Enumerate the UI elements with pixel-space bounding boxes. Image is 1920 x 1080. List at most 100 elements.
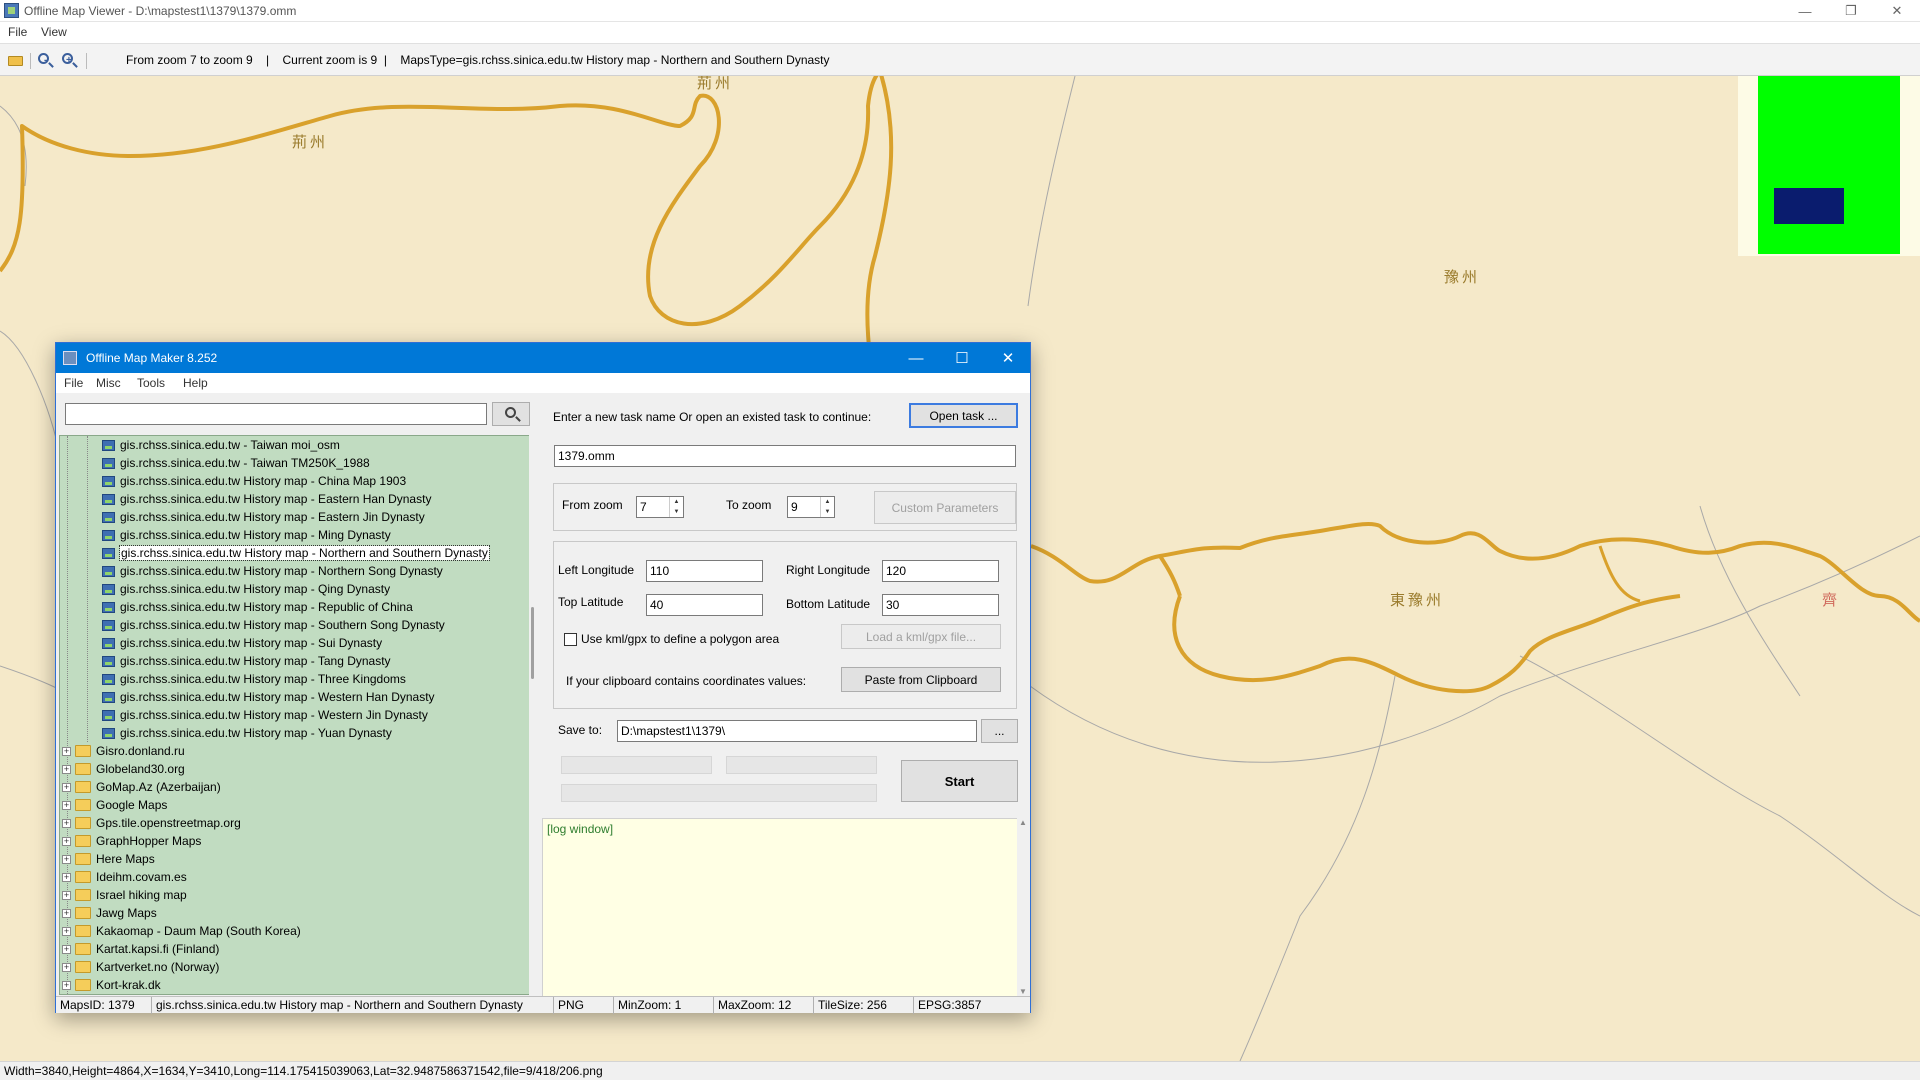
tree-folder-item[interactable]: + Gps.tile.openstreetmap.org	[62, 814, 241, 832]
left-longitude-input[interactable]: 110	[646, 560, 763, 582]
expand-icon[interactable]: +	[62, 926, 71, 936]
tree-folder-item[interactable]: + GoMap.Az (Azerbaijan)	[62, 778, 221, 796]
to-zoom-stepper[interactable]: 9 ▲ ▼	[787, 496, 835, 518]
tree-folder-item[interactable]: + Jawg Maps	[62, 904, 157, 922]
tree-map-item[interactable]: gis.rchss.sinica.edu.tw History map - So…	[102, 616, 445, 634]
custom-parameters-button[interactable]: Custom Parameters	[874, 491, 1016, 524]
tree-map-item[interactable]: gis.rchss.sinica.edu.tw - Taiwan TM250K_…	[102, 454, 370, 472]
right-longitude-input[interactable]: 120	[882, 560, 999, 582]
scrollbar-thumb[interactable]	[531, 607, 534, 679]
expand-icon[interactable]: +	[62, 944, 71, 954]
tree-map-item[interactable]: gis.rchss.sinica.edu.tw History map - Ch…	[102, 472, 406, 490]
tree-folder-item[interactable]: + Kort-krak.dk	[62, 976, 161, 994]
close-button[interactable]: ✕	[1874, 0, 1920, 22]
viewer-title: Offline Map Viewer - D:\mapstest1\1379\1…	[24, 4, 297, 18]
load-kml-button[interactable]: Load a kml/gpx file...	[841, 624, 1001, 649]
search-button[interactable]	[492, 402, 530, 426]
tree-folder-label: GraphHopper Maps	[96, 834, 202, 848]
tree-folder-item[interactable]: + Here Maps	[62, 850, 155, 868]
menu-help[interactable]: Help	[183, 376, 208, 390]
tree-folder-item[interactable]: + Kakaomap - Daum Map (South Korea)	[62, 922, 301, 940]
tree-folder-item[interactable]: + GraphHopper Maps	[62, 832, 201, 850]
dialog-menubar: File Misc Tools Help	[56, 373, 1030, 393]
save-path-input[interactable]: D:\mapstest1\1379\	[617, 720, 977, 742]
task-prompt-label: Enter a new task name Or open an existed…	[553, 410, 872, 424]
tree-folder-item[interactable]: + Gisro.donland.ru	[62, 742, 185, 760]
expand-icon[interactable]: +	[62, 782, 71, 792]
tree-map-item[interactable]: gis.rchss.sinica.edu.tw History map - Ea…	[102, 490, 431, 508]
expand-icon[interactable]: +	[62, 818, 71, 828]
expand-icon[interactable]: +	[62, 764, 71, 774]
tree-map-item[interactable]: gis.rchss.sinica.edu.tw - Taiwan moi_osm	[102, 436, 340, 454]
tree-map-item[interactable]: gis.rchss.sinica.edu.tw History map - No…	[102, 562, 443, 580]
from-zoom-stepper[interactable]: 7 ▲ ▼	[636, 496, 684, 518]
map-tile-icon	[102, 547, 115, 559]
tree-map-item[interactable]: gis.rchss.sinica.edu.tw History map - Re…	[102, 598, 413, 616]
map-tile-icon	[102, 655, 115, 667]
tree-folder-item[interactable]: + Kartat.kapsi.fi (Finland)	[62, 940, 219, 958]
menu-file[interactable]: File	[64, 376, 83, 390]
search-input[interactable]	[65, 403, 487, 425]
kml-checkbox[interactable]	[564, 633, 577, 646]
top-latitude-input[interactable]: 40	[646, 594, 763, 616]
bottom-latitude-input[interactable]: 30	[882, 594, 999, 616]
log-window[interactable]: [log window]	[542, 818, 1018, 998]
tree-map-item[interactable]: gis.rchss.sinica.edu.tw History map - Th…	[102, 670, 406, 688]
restore-button[interactable]: ❐	[1828, 0, 1874, 22]
tree-folder-label: Gisro.donland.ru	[96, 744, 185, 758]
tree-map-item[interactable]: gis.rchss.sinica.edu.tw History map - Yu…	[102, 724, 392, 742]
task-name-input[interactable]: 1379.omm	[554, 445, 1016, 467]
expand-icon[interactable]: +	[62, 908, 71, 918]
close-button[interactable]: ✕	[985, 343, 1031, 373]
menu-misc[interactable]: Misc	[96, 376, 121, 390]
tree-folder-label: Kartat.kapsi.fi (Finland)	[96, 942, 220, 956]
dialog-titlebar[interactable]: Offline Map Maker 8.252 — ☐ ✕	[56, 343, 1030, 373]
start-button[interactable]: Start	[901, 760, 1018, 802]
overview-minimap[interactable]	[1738, 76, 1920, 256]
expand-icon[interactable]: +	[62, 746, 71, 756]
zoom-in-button[interactable]: +	[60, 51, 80, 69]
stepper-arrows-icon[interactable]: ▲ ▼	[669, 497, 683, 517]
expand-icon[interactable]: +	[62, 980, 71, 990]
tree-map-item[interactable]: gis.rchss.sinica.edu.tw History map - We…	[102, 688, 435, 706]
menu-view[interactable]: View	[41, 25, 67, 39]
folder-icon	[75, 745, 91, 757]
log-scrollbar[interactable]: ▲ ▼	[1017, 818, 1029, 998]
open-folder-button[interactable]	[6, 51, 26, 69]
tree-map-item[interactable]: gis.rchss.sinica.edu.tw History map - We…	[102, 706, 428, 724]
from-zoom-value: 7	[640, 500, 647, 514]
zoom-out-button[interactable]: -	[36, 51, 56, 69]
tree-map-item[interactable]: gis.rchss.sinica.edu.tw History map - Ta…	[102, 652, 391, 670]
menu-tools[interactable]: Tools	[137, 376, 165, 390]
expand-icon[interactable]: +	[62, 800, 71, 810]
expand-icon[interactable]: +	[62, 836, 71, 846]
tree-map-item[interactable]: gis.rchss.sinica.edu.tw History map - Mi…	[102, 526, 391, 544]
tree-folder-item[interactable]: + Ideihm.covam.es	[62, 868, 187, 886]
expand-icon[interactable]: +	[62, 962, 71, 972]
tree-map-item[interactable]: gis.rchss.sinica.edu.tw History map - Su…	[102, 634, 382, 652]
paste-clipboard-button[interactable]: Paste from Clipboard	[841, 667, 1001, 692]
maximize-button[interactable]: ☐	[939, 343, 985, 373]
map-source-tree[interactable]: gis.rchss.sinica.edu.tw - Taiwan moi_osm…	[59, 435, 532, 995]
stepper-arrows-icon[interactable]: ▲ ▼	[820, 497, 834, 517]
tree-scrollbar[interactable]	[529, 435, 537, 995]
tree-map-item[interactable]: gis.rchss.sinica.edu.tw History map - Qi…	[102, 580, 390, 598]
minimap-viewport[interactable]	[1774, 188, 1844, 224]
minimize-button[interactable]: —	[893, 343, 939, 373]
menu-file[interactable]: File	[8, 25, 27, 39]
tree-map-item[interactable]: gis.rchss.sinica.edu.tw History map - Ea…	[102, 508, 425, 526]
expand-icon[interactable]: +	[62, 872, 71, 882]
browse-button[interactable]: ...	[981, 719, 1018, 743]
open-task-button[interactable]: Open task ...	[909, 403, 1018, 428]
tree-map-item[interactable]: gis.rchss.sinica.edu.tw History map - No…	[102, 544, 490, 562]
scroll-down-icon[interactable]: ▼	[1019, 987, 1027, 996]
app-icon	[63, 351, 77, 365]
tree-folder-item[interactable]: + Globeland30.org	[62, 760, 185, 778]
tree-folder-item[interactable]: + Google Maps	[62, 796, 167, 814]
tree-folder-item[interactable]: + Israel hiking map	[62, 886, 187, 904]
expand-icon[interactable]: +	[62, 890, 71, 900]
minimize-button[interactable]: —	[1782, 0, 1828, 22]
viewer-status-bar: Width=3840,Height=4864,X=1634,Y=3410,Lon…	[0, 1061, 1920, 1080]
tree-folder-item[interactable]: + Kartverket.no (Norway)	[62, 958, 219, 976]
expand-icon[interactable]: +	[62, 854, 71, 864]
